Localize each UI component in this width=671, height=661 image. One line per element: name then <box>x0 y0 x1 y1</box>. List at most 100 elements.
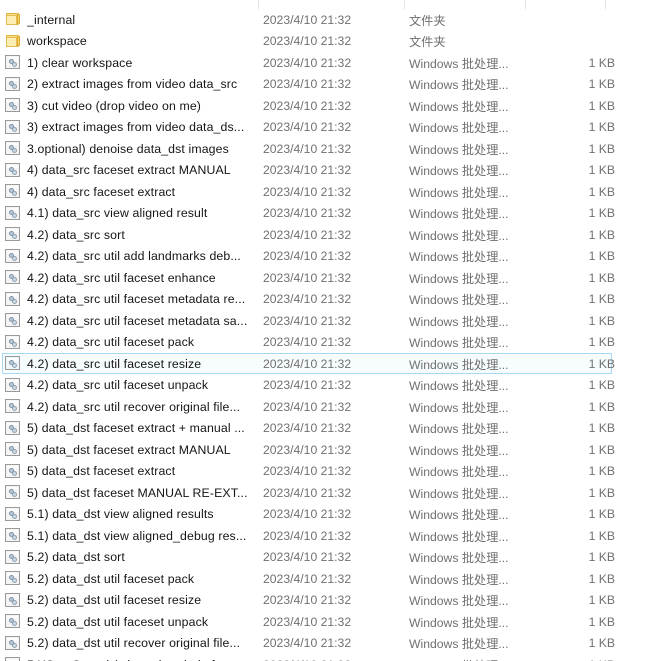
file-row[interactable]: 4.2) data_src util recover original file… <box>0 396 671 418</box>
file-name[interactable]: 4.2) data_src util add landmarks deb... <box>27 249 263 263</box>
file-name[interactable]: 4) data_src faceset extract MANUAL <box>27 163 263 177</box>
batch-file-icon <box>4 592 27 608</box>
file-row[interactable]: 5.2) data_dst sort 2023/4/10 21:32 Windows… <box>0 547 671 569</box>
file-name[interactable]: 4.2) data_src util faceset metadata sa..… <box>27 314 263 328</box>
file-name[interactable]: 5) data_dst faceset extract MANUAL <box>27 443 263 457</box>
file-row[interactable]: 5.2) data_dst util recover original file… <box>0 633 671 655</box>
column-divider-1[interactable] <box>404 0 405 9</box>
file-name[interactable]: 5.2) data_dst util recover original file… <box>27 636 263 650</box>
file-type: Windows 批处理... <box>409 121 509 136</box>
file-name[interactable]: 5.2) data_dst util faceset unpack <box>27 615 263 629</box>
file-name[interactable]: 4.2) data_src sort <box>27 228 263 242</box>
file-size: 1 KB <box>588 528 615 543</box>
batch-file-icon-glyph <box>5 463 22 479</box>
file-name[interactable]: 4.2) data_src util faceset unpack <box>27 378 263 392</box>
file-name[interactable]: 4.1) data_src view aligned result <box>27 206 263 220</box>
file-name[interactable]: 4) data_src faceset extract <box>27 185 263 199</box>
file-row[interactable]: 4.2) data_src util faceset enhance 2023/4… <box>0 267 671 289</box>
column-divider-2[interactable] <box>525 0 526 9</box>
file-type: Windows 批处理... <box>409 293 509 308</box>
file-date-modified: 2023/4/10 21:32 <box>263 34 352 49</box>
file-name[interactable]: 4.2) data_src util faceset resize <box>27 357 263 371</box>
file-row[interactable]: 4.2) data_src util faceset resize 2023/4/… <box>0 353 671 375</box>
file-name[interactable]: 3) cut video (drop video on me) <box>27 99 263 113</box>
file-row[interactable]: 5) data_dst faceset MANUAL RE-EXT... 2023… <box>0 482 671 504</box>
file-type: Windows 批处理... <box>409 422 509 437</box>
file-name[interactable]: 4.2) data_src util faceset pack <box>27 335 263 349</box>
file-row[interactable]: 5) data_dst faceset extract 2023/4/10 21:… <box>0 461 671 483</box>
file-row[interactable]: 3.optional) denoise data_dst images 2023/… <box>0 138 671 160</box>
file-type: Windows 批处理... <box>409 637 509 652</box>
file-row[interactable]: 5.1) data_dst view aligned_debug res... 2… <box>0 525 671 547</box>
file-row[interactable]: workspace 2023/4/10 21:32 文件夹 <box>0 31 671 53</box>
file-name[interactable]: 5) data_dst faceset extract <box>27 464 263 478</box>
file-row[interactable]: 5) data_dst faceset extract MANUAL 2023/4… <box>0 439 671 461</box>
file-date-modified: 2023/4/10 21:32 <box>263 356 352 371</box>
file-type: Windows 批处理... <box>409 164 509 179</box>
file-row[interactable]: _internal 2023/4/10 21:32 文件夹 <box>0 9 671 31</box>
folder-icon <box>4 34 27 49</box>
file-name[interactable]: 5.1) data_dst view aligned results <box>27 507 263 521</box>
file-date-modified: 2023/4/10 21:32 <box>263 614 352 629</box>
file-name[interactable]: 5.1) data_dst view aligned_debug res... <box>27 529 263 543</box>
file-row[interactable]: 3) extract images from video data_ds... 2… <box>0 117 671 139</box>
file-date-modified: 2023/4/10 21:32 <box>263 12 352 27</box>
file-row[interactable]: 4.2) data_src util faceset unpack 2023/4/… <box>0 375 671 397</box>
batch-file-icon-glyph <box>5 635 22 651</box>
file-type: Windows 批处理... <box>409 486 509 501</box>
file-date-modified: 2023/4/10 21:32 <box>263 163 352 178</box>
file-date-modified: 2023/4/10 21:32 <box>263 571 352 586</box>
file-row[interactable]: 5.2) data_dst util faceset pack 2023/4/10… <box>0 568 671 590</box>
batch-file-icon <box>4 162 27 178</box>
batch-file-icon <box>4 141 27 156</box>
file-type: Windows 批处理... <box>409 185 509 200</box>
file-name[interactable]: 4.2) data_src util recover original file… <box>27 400 263 414</box>
file-size: 1 KB <box>588 184 615 199</box>
file-name[interactable]: 5) data_dst faceset MANUAL RE-EXT... <box>27 486 263 500</box>
file-row[interactable]: 4.2) data_src util faceset pack 2023/4/10… <box>0 332 671 354</box>
file-type: Windows 批处理... <box>409 656 529 661</box>
batch-file-icon-glyph <box>5 549 22 565</box>
file-size: 1 KB <box>588 206 615 221</box>
batch-file-icon-glyph <box>5 592 22 608</box>
file-name[interactable]: _internal <box>27 13 263 27</box>
column-divider-0[interactable] <box>258 0 259 9</box>
file-name[interactable]: 5.2) data_dst util faceset resize <box>27 593 263 607</box>
file-list[interactable]: _internal 2023/4/10 21:32 文件夹 workspace 2023… <box>0 9 671 661</box>
file-row[interactable]: 5.XSeg Generic) data_dst whole face ...2… <box>0 654 671 661</box>
file-size: 1 KB <box>588 55 615 70</box>
file-name[interactable]: workspace <box>27 34 263 48</box>
file-row[interactable]: 3) cut video (drop video on me) 2023/4/10… <box>0 95 671 117</box>
batch-file-icon-glyph <box>5 162 22 178</box>
file-row[interactable]: 4.2) data_src util faceset metadata re..… <box>0 289 671 311</box>
file-row[interactable]: 5) data_dst faceset extract + manual ...… <box>0 418 671 440</box>
file-row[interactable]: 4.2) data_src util add landmarks deb... 2… <box>0 246 671 268</box>
file-name[interactable]: 3.optional) denoise data_dst images <box>27 142 263 156</box>
file-row[interactable]: 4) data_src faceset extract 2023/4/10 21:… <box>0 181 671 203</box>
file-row[interactable]: 5.2) data_dst util faceset unpack 2023/4/… <box>0 611 671 633</box>
file-row[interactable]: 1) clear workspace 2023/4/10 21:32 Windows… <box>0 52 671 74</box>
file-row[interactable]: 5.1) data_dst view aligned results 2023/4… <box>0 504 671 526</box>
file-name[interactable]: 4.2) data_src util faceset metadata re..… <box>27 292 263 306</box>
batch-file-icon-glyph <box>5 141 22 156</box>
file-row[interactable]: 4) data_src faceset extract MANUAL 2023/4… <box>0 160 671 182</box>
batch-file-icon-glyph <box>5 571 22 586</box>
file-row[interactable]: 4.2) data_src util faceset metadata sa..… <box>0 310 671 332</box>
file-row[interactable]: 2) extract images from video data_src 202… <box>0 74 671 96</box>
file-name[interactable]: 2) extract images from video data_src <box>27 77 263 91</box>
column-divider-3[interactable] <box>605 0 606 9</box>
file-name[interactable]: 5.2) data_dst sort <box>27 550 263 564</box>
file-size: 1 KB <box>588 313 615 328</box>
file-name[interactable]: 5.2) data_dst util faceset pack <box>27 572 263 586</box>
file-type: Windows 批处理... <box>409 336 509 351</box>
file-type: Windows 批处理... <box>409 400 509 415</box>
file-row[interactable]: 4.1) data_src view aligned result 2023/4/… <box>0 203 671 225</box>
file-name[interactable]: 1) clear workspace <box>27 56 263 70</box>
file-row[interactable]: 5.2) data_dst util faceset resize 2023/4/… <box>0 590 671 612</box>
file-name[interactable]: 4.2) data_src util faceset enhance <box>27 271 263 285</box>
file-size: 1 KB <box>588 550 615 565</box>
file-name[interactable]: 5) data_dst faceset extract + manual ... <box>27 421 263 435</box>
file-row[interactable]: 4.2) data_src sort 2023/4/10 21:32 Windows… <box>0 224 671 246</box>
file-name[interactable]: 3) extract images from video data_ds... <box>27 120 263 134</box>
batch-file-icon-glyph <box>5 205 22 221</box>
